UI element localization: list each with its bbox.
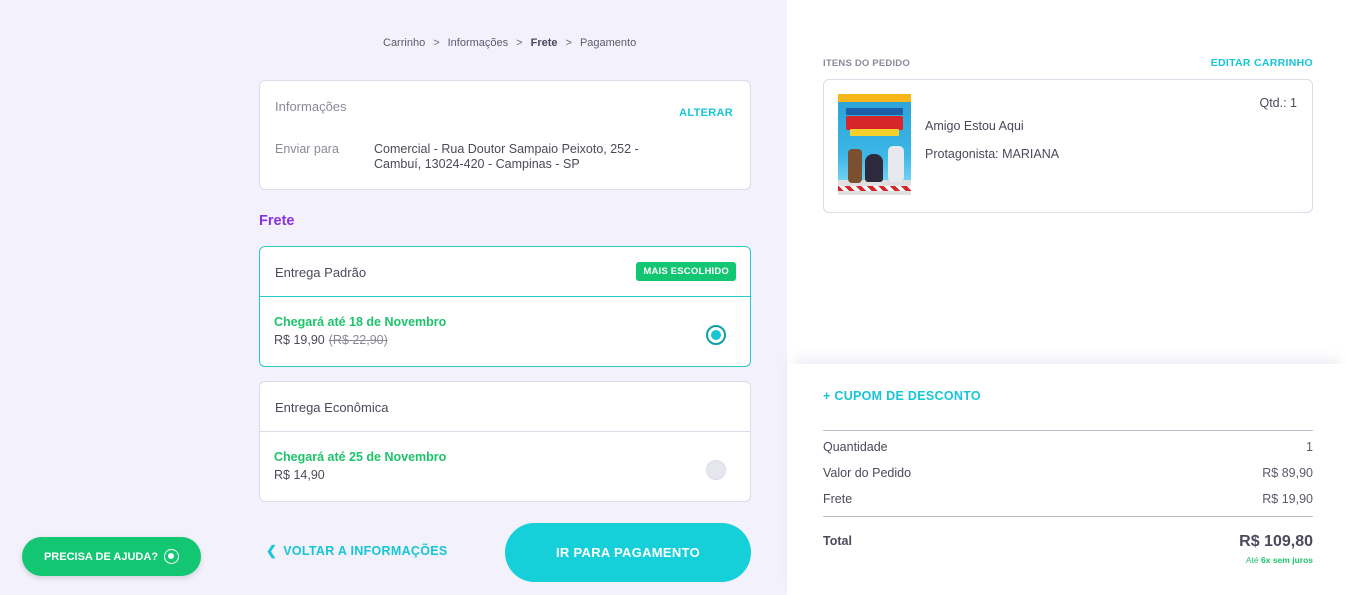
summary-row: Frete R$ 19,90 [823, 492, 1313, 506]
info-title: Informações [275, 99, 347, 114]
ship-to-label: Enviar para [275, 142, 339, 156]
shipping-radio-unselected[interactable] [706, 460, 726, 480]
help-button[interactable]: PRECISA DE AJUDA? [22, 537, 201, 576]
summary-label: Valor do Pedido [823, 466, 912, 480]
breadcrumb-item-info[interactable]: Informações [448, 37, 509, 49]
shipping-arrival: Chegará até 18 de Novembro [274, 315, 447, 329]
summary-label: Quantidade [823, 440, 888, 454]
order-items-label: ITENS DO PEDIDO [823, 58, 910, 69]
shipping-option-name: Entrega Padrão [275, 265, 367, 280]
installments-text: Até 6x sem juros [1246, 555, 1313, 565]
item-quantity: Qtd.: 1 [1259, 96, 1297, 110]
installments-highlight: 6x sem juros [1261, 555, 1313, 565]
shipping-option-economy[interactable]: Entrega Econômica Chegará até 25 de Nove… [259, 381, 751, 502]
item-title: Amigo Estou Aqui [925, 119, 1024, 133]
summary-value: R$ 89,90 [1262, 466, 1313, 480]
back-to-info-link[interactable]: ❮ VOLTAR A INFORMAÇÕES [266, 543, 448, 559]
shipping-option-header: Entrega Padrão MAIS ESCOLHIDO [260, 247, 750, 297]
help-label: PRECISA DE AJUDA? [43, 550, 159, 563]
alter-button[interactable]: ALTERAR [679, 107, 733, 119]
shipping-option-name: Entrega Econômica [275, 400, 389, 415]
divider [823, 516, 1313, 517]
shipping-radio-selected[interactable] [706, 325, 726, 345]
shipping-price: R$ 19,90 (R$ 22,90) [274, 333, 388, 347]
summary-row: Valor do Pedido R$ 89,90 [823, 466, 1313, 480]
installments-prefix: Até [1245, 555, 1259, 565]
info-card: Informações ALTERAR Enviar para Comercia… [259, 80, 751, 190]
breadcrumb-item-payment: Pagamento [579, 37, 637, 49]
summary-value: 1 [1306, 440, 1313, 454]
breadcrumb-item-cart[interactable]: Carrinho [383, 37, 425, 49]
whatsapp-icon [164, 549, 180, 564]
breadcrumb-separator: > [433, 37, 440, 49]
item-protagonist: Protagonista: MARIANA [925, 147, 1060, 161]
book-cover-image [838, 94, 911, 195]
breadcrumb-separator: > [565, 37, 572, 49]
shipping-heading: Frete [259, 213, 295, 229]
summary-label: Frete [823, 492, 853, 506]
checkout-main: Carrinho > Informações > Frete > Pagamen… [0, 0, 787, 595]
ship-to-address: Comercial - Rua Doutor Sampaio Peixoto, … [374, 142, 639, 171]
shipping-price-current: R$ 19,90 [274, 333, 325, 347]
shipping-option-standard[interactable]: Entrega Padrão MAIS ESCOLHIDO Chegará at… [259, 246, 751, 367]
summary-value: R$ 19,90 [1262, 492, 1313, 506]
order-sidebar: ITENS DO PEDIDO EDITAR CARRINHO Qtd.: 1 … [787, 0, 1345, 595]
total-value: R$ 109,80 [1239, 533, 1313, 550]
most-chosen-badge: MAIS ESCOLHIDO [636, 262, 736, 281]
breadcrumb-item-shipping: Frete [530, 37, 558, 49]
summary-row: Quantidade 1 [823, 440, 1313, 454]
coupon-button[interactable]: + CUPOM DE DESCONTO [823, 389, 981, 403]
shipping-price: R$ 14,90 [274, 468, 325, 482]
order-items-section: ITENS DO PEDIDO EDITAR CARRINHO Qtd.: 1 … [787, 0, 1345, 364]
order-item: Qtd.: 1 Amigo Estou Aqui Protagonista: M… [823, 79, 1313, 213]
total-label: Total [823, 534, 852, 548]
divider [823, 430, 1313, 431]
shipping-price-current: R$ 14,90 [274, 468, 325, 482]
back-to-info-label: VOLTAR A INFORMAÇÕES [283, 544, 448, 558]
breadcrumb: Carrinho > Informações > Frete > Pagamen… [383, 37, 636, 49]
order-summary: + CUPOM DE DESCONTO Quantidade 1 Valor d… [787, 364, 1345, 595]
edit-cart-button[interactable]: EDITAR CARRINHO [1211, 57, 1313, 69]
breadcrumb-separator: > [516, 37, 523, 49]
go-to-payment-button[interactable]: IR PARA PAGAMENTO [505, 523, 751, 582]
shipping-option-header: Entrega Econômica [260, 382, 750, 432]
chevron-left-icon: ❮ [266, 543, 278, 558]
shipping-arrival: Chegará até 25 de Novembro [274, 450, 447, 464]
shipping-price-old: (R$ 22,90) [328, 333, 388, 347]
